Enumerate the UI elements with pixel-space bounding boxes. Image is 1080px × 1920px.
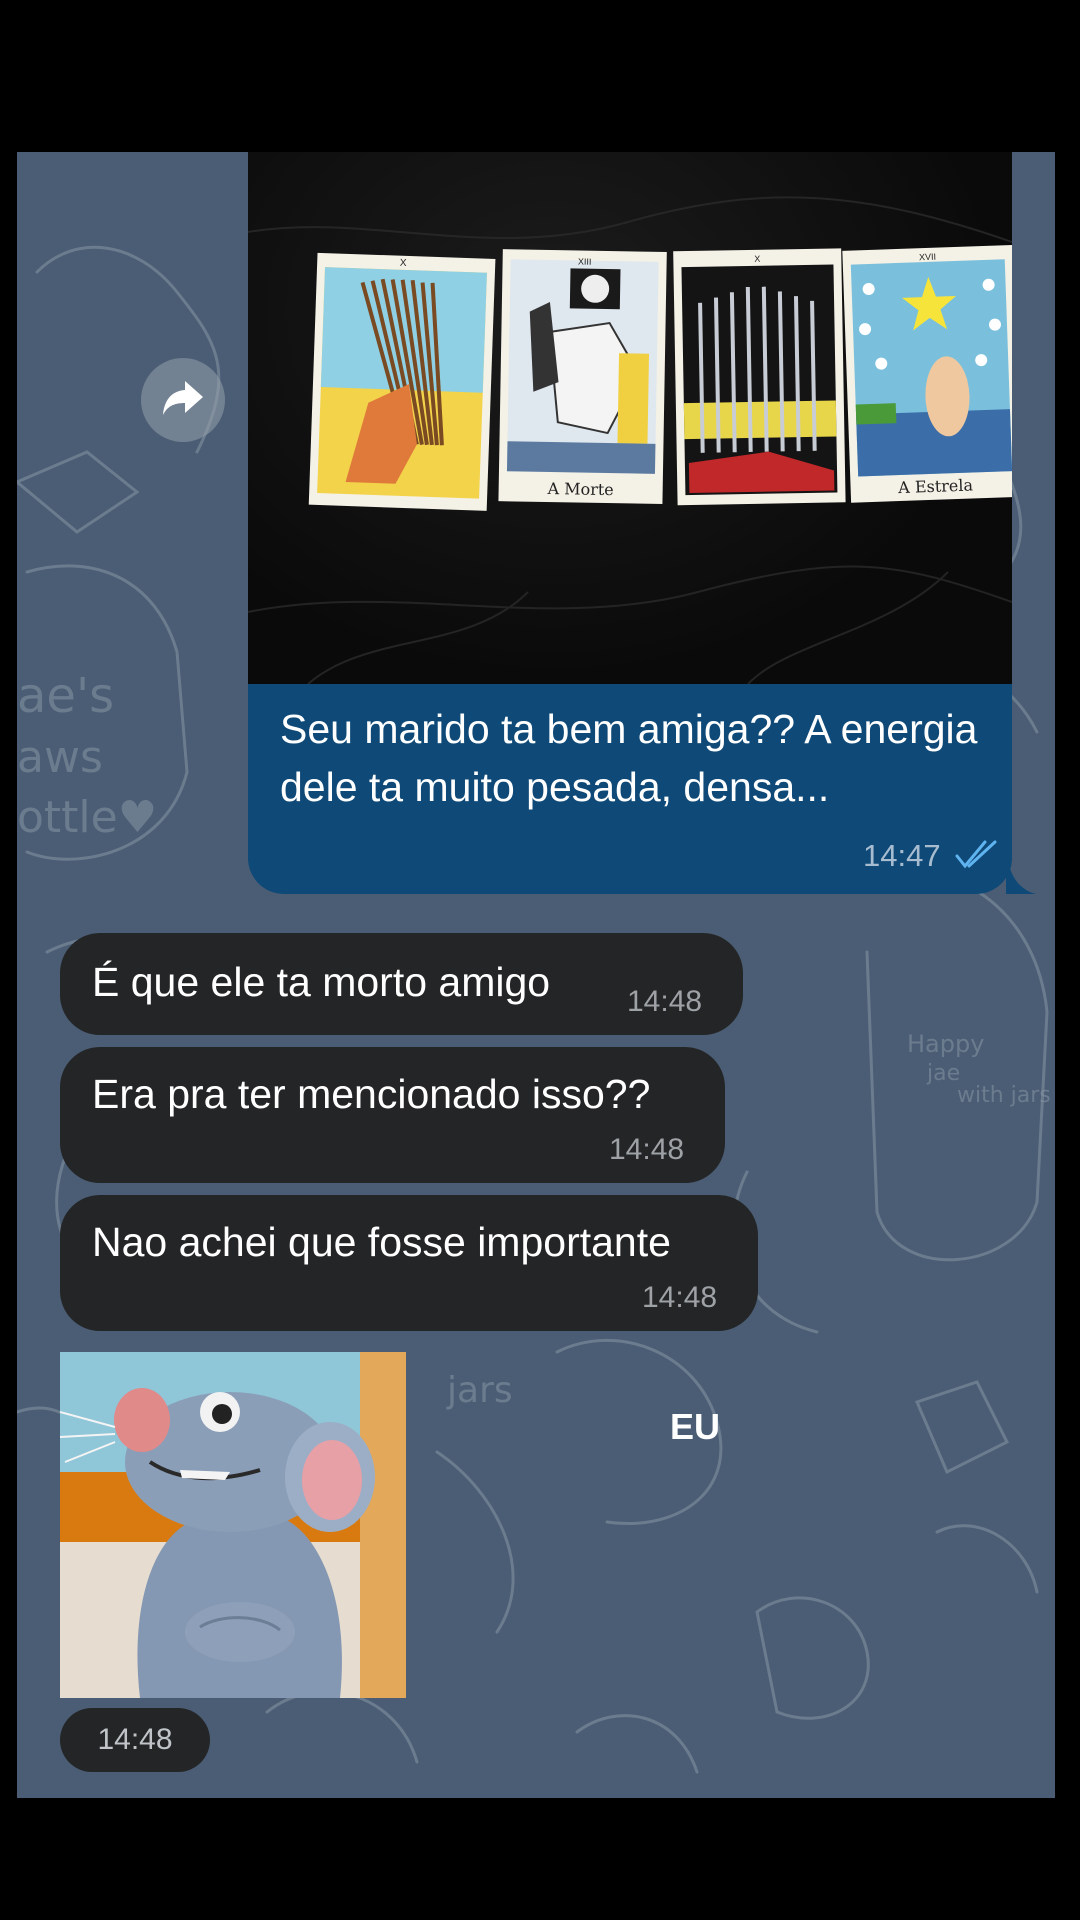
svg-text:with jars: with jars (957, 1083, 1051, 1108)
bubble-tail (1006, 852, 1036, 894)
card-numeral: XIII (578, 256, 592, 266)
svg-text:aws: aws (17, 732, 103, 783)
chat-area[interactable]: ae's aws ottle♥ Happy jae with jars jars (17, 152, 1055, 1798)
message-text: Nao achei que fosse importante (92, 1219, 671, 1265)
sticker-caption: EU (670, 1406, 721, 1447)
message-text: É que ele ta morto amigo (92, 959, 551, 1005)
sticker-time: 14:48 (60, 1708, 210, 1772)
message-text: Seu marido ta bem amiga?? A energia dele… (280, 706, 978, 810)
svg-text:ottle♥: ottle♥ (17, 792, 157, 843)
message-text: Era pra ter mencionado isso?? (92, 1071, 651, 1117)
rat-sticker[interactable] (60, 1352, 406, 1698)
card-caption: A Estrela (897, 475, 974, 497)
tarot-cards-photo[interactable]: X XIII A Morte X XVII A Estrela (248, 152, 1012, 684)
outgoing-message[interactable]: X XIII A Morte X XVII A Estrela Seu mari… (248, 152, 1036, 894)
svg-text:jae: jae (926, 1061, 960, 1086)
message-time: 14:47 (863, 838, 941, 873)
svg-text:ae's: ae's (17, 668, 114, 724)
incoming-message[interactable]: É que ele ta morto amigo 14:48 (60, 933, 743, 1035)
incoming-message[interactable]: Era pra ter mencionado isso?? 14:48 (60, 1047, 725, 1183)
message-time: 14:48 (609, 1133, 685, 1166)
card-numeral: XVII (919, 252, 936, 263)
message-time: 14:48 (642, 1281, 718, 1314)
svg-text:Happy: Happy (907, 1030, 984, 1058)
card-numeral: X (400, 258, 407, 269)
card-numeral: X (754, 254, 760, 264)
message-time: 14:48 (627, 985, 703, 1018)
svg-text:jars: jars (446, 1370, 513, 1411)
double-check-icon (955, 840, 999, 875)
share-arrow-icon (161, 379, 205, 422)
forward-button[interactable] (141, 358, 225, 442)
outgoing-text-bubble[interactable]: Seu marido ta bem amiga?? A energia dele… (248, 684, 1012, 894)
incoming-message[interactable]: Nao achei que fosse importante 14:48 (60, 1195, 758, 1331)
card-caption: A Morte (546, 479, 614, 499)
